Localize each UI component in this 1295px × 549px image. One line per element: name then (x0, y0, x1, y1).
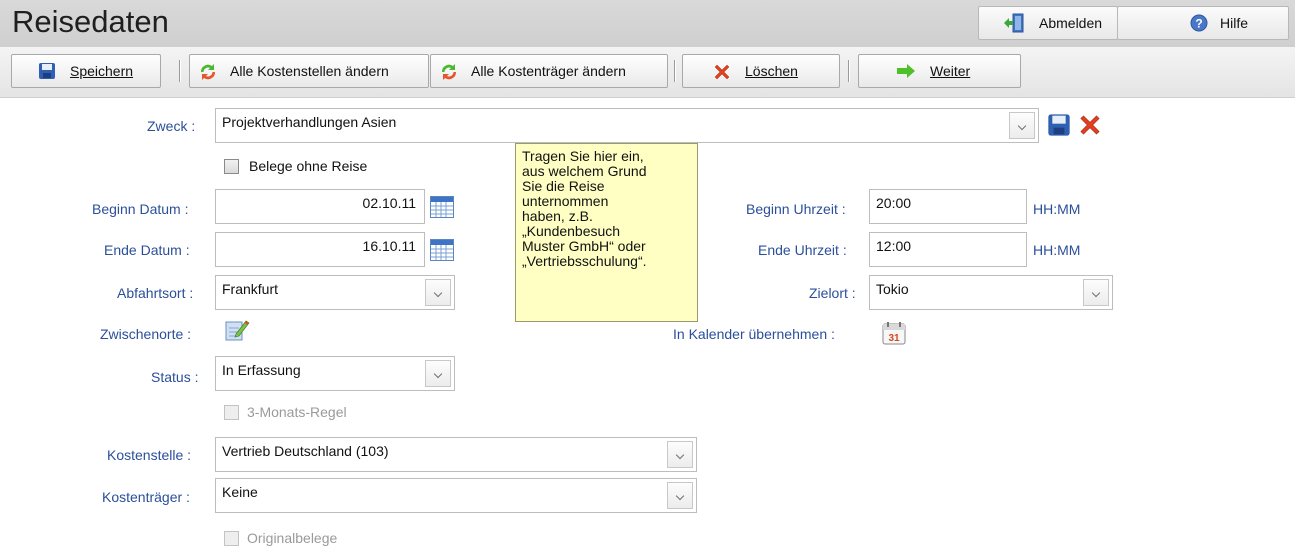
purpose-value: Projektverhandlungen Asien (222, 114, 397, 130)
tooltip-line: aus welchem Grund (522, 163, 647, 179)
cost-unit-label: Kostenträger : (102, 489, 190, 505)
save-purpose-icon[interactable] (1047, 113, 1071, 140)
delete-label: Löschen (745, 63, 798, 79)
notepad-pencil-icon[interactable] (224, 318, 250, 345)
start-date-value: 02.10.11 (362, 195, 416, 211)
end-date-value: 16.10.11 (362, 238, 416, 254)
logout-button[interactable]: Abmelden (978, 6, 1118, 40)
cost-unit-value: Keine (222, 484, 258, 500)
tooltip-line: haben, z.B. (522, 208, 593, 224)
tooltip-line: „Kundenbesuch (522, 223, 621, 239)
end-time-value: 12:00 (876, 238, 912, 254)
three-month-rule-label: 3-Monats-Regel (247, 404, 347, 420)
purpose-label: Zweck : (147, 118, 196, 134)
help-button[interactable]: ? Hilfe (1117, 6, 1289, 40)
purpose-select[interactable]: Projektverhandlungen Asien (215, 108, 1039, 143)
end-date-input[interactable]: 16.10.11 (215, 232, 425, 267)
title-bar: Reisedaten Abmelden ? Hilfe (0, 0, 1295, 47)
receipts-without-trip-label: Belege ohne Reise (249, 158, 368, 174)
start-time-unit: HH:MM (1033, 201, 1081, 217)
toolbar-separator (179, 60, 181, 82)
end-time-unit: HH:MM (1033, 242, 1081, 258)
start-time-value: 20:00 (876, 195, 912, 211)
calendar-31-icon[interactable]: 31 (881, 320, 907, 349)
refresh-arrows-icon (197, 61, 219, 86)
refresh-arrows-icon (438, 61, 460, 86)
chevron-down-icon[interactable] (667, 441, 693, 468)
tooltip-line: „Vertriebsschulung“. (522, 253, 647, 269)
cost-center-label: Kostenstelle : (107, 447, 192, 463)
toolbar-separator (674, 60, 676, 82)
destination-select[interactable]: Tokio (869, 275, 1113, 310)
destination-value: Tokio (876, 281, 909, 297)
calendar-grid-icon[interactable] (430, 239, 454, 261)
chevron-down-icon[interactable] (425, 360, 451, 387)
floppy-disk-icon (38, 62, 56, 83)
departure-label: Abfahrtsort : (117, 285, 194, 301)
help-label: Hilfe (1220, 15, 1249, 31)
start-date-input[interactable]: 02.10.11 (215, 189, 425, 224)
departure-select[interactable]: Frankfurt (215, 275, 455, 310)
next-button[interactable]: Weiter (858, 54, 1021, 88)
next-label: Weiter (930, 63, 971, 79)
chevron-down-icon[interactable] (1009, 112, 1035, 139)
purpose-tooltip: Tragen Sie hier ein, aus welchem Grund S… (515, 143, 698, 322)
original-receipts-label: Originalbelege (247, 530, 338, 546)
change-all-cost-units-label: Alle Kostenträger ändern (471, 63, 626, 79)
end-time-input[interactable]: 12:00 (869, 232, 1027, 267)
start-time-label: Beginn Uhrzeit : (746, 201, 846, 217)
stopovers-label: Zwischenorte : (100, 326, 192, 342)
start-date-label: Beginn Datum : (92, 201, 189, 217)
status-select[interactable]: In Erfassung (215, 356, 455, 391)
help-question-icon: ? (1190, 14, 1208, 35)
tooltip-line: Tragen Sie hier ein, (522, 148, 644, 164)
red-x-icon (712, 62, 732, 85)
original-receipts-checkbox[interactable] (224, 531, 239, 546)
receipts-without-trip-checkbox[interactable] (224, 159, 239, 174)
toolbar: Speichern Alle Kostenstellen ändern Alle… (0, 47, 1295, 98)
destination-label: Zielort : (809, 285, 856, 301)
change-all-cost-units-button[interactable]: Alle Kostenträger ändern (430, 54, 668, 88)
toolbar-separator (848, 60, 850, 82)
status-value: In Erfassung (222, 362, 301, 378)
tooltip-line: Muster GmbH“ oder (522, 238, 646, 254)
cost-unit-select[interactable]: Keine (215, 478, 697, 513)
green-arrow-right-icon (896, 64, 916, 81)
three-month-rule-checkbox[interactable] (224, 405, 239, 420)
chevron-down-icon[interactable] (1083, 279, 1109, 306)
chevron-down-icon[interactable] (667, 482, 693, 509)
save-button[interactable]: Speichern (11, 54, 161, 88)
start-time-input[interactable]: 20:00 (869, 189, 1027, 224)
exit-door-icon (1003, 13, 1025, 36)
calendar-transfer-label: In Kalender übernehmen : (673, 326, 835, 342)
cost-center-select[interactable]: Vertrieb Deutschland (103) (215, 437, 697, 472)
svg-text:31: 31 (888, 333, 900, 344)
tooltip-line: Sie die Reise (522, 178, 605, 194)
end-time-label: Ende Uhrzeit : (758, 242, 847, 258)
save-label: Speichern (70, 63, 134, 79)
cost-center-value: Vertrieb Deutschland (103) (222, 443, 389, 459)
departure-value: Frankfurt (222, 281, 279, 297)
svg-text:?: ? (1195, 17, 1202, 31)
delete-purpose-icon[interactable] (1077, 112, 1103, 141)
calendar-grid-icon[interactable] (430, 196, 454, 218)
change-all-cost-centers-button[interactable]: Alle Kostenstellen ändern (189, 54, 429, 88)
tooltip-line: unternommen (522, 193, 609, 209)
delete-button[interactable]: Löschen (682, 54, 840, 88)
end-date-label: Ende Datum : (104, 242, 190, 258)
page-title: Reisedaten (12, 4, 169, 39)
status-label: Status : (151, 369, 199, 385)
change-all-cost-centers-label: Alle Kostenstellen ändern (230, 63, 389, 79)
logout-label: Abmelden (1039, 15, 1103, 31)
chevron-down-icon[interactable] (425, 279, 451, 306)
